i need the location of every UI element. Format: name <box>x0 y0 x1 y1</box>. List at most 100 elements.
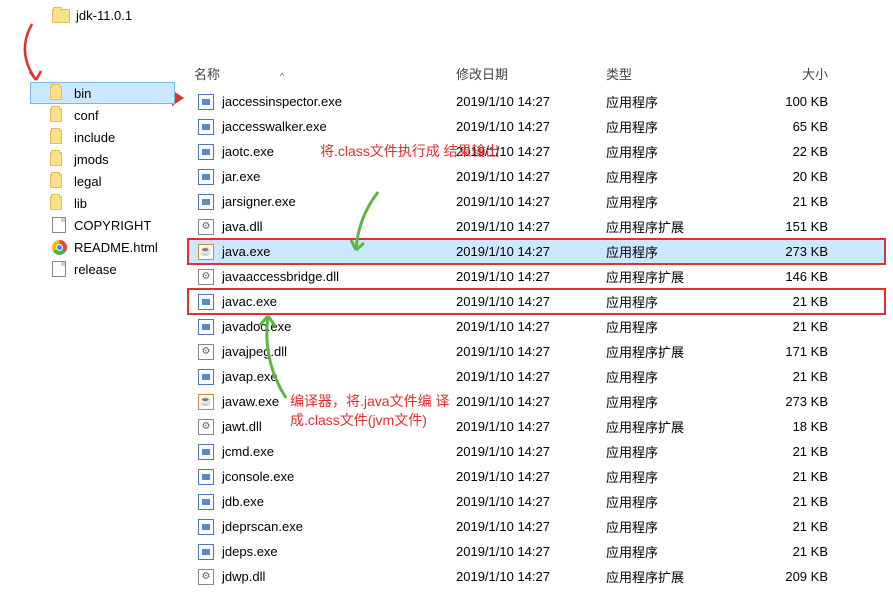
col-size-label[interactable]: 大小 <box>746 64 846 83</box>
file-date: 2019/1/10 14:27 <box>456 219 606 234</box>
sidebar-item-jmods[interactable]: jmods <box>30 148 175 170</box>
file-type: 应用程序 <box>606 317 746 336</box>
file-size: 21 KB <box>746 469 846 484</box>
file-size: 65 KB <box>746 119 846 134</box>
file-row[interactable]: javac.exe2019/1/10 14:27应用程序21 KB <box>188 289 885 314</box>
exe-icon <box>198 94 214 110</box>
file-row[interactable]: javap.exe 2019/1/10 14:27应用程序21 KB <box>188 364 885 389</box>
exe-icon <box>198 544 214 560</box>
file-name: jconsole.exe <box>222 469 294 484</box>
file-row[interactable]: java.exe2019/1/10 14:27应用程序273 KB <box>188 239 885 264</box>
file-size: 18 KB <box>746 419 846 434</box>
sidebar-item-conf[interactable]: conf <box>30 104 175 126</box>
sidebar-item-label: README.html <box>74 240 158 255</box>
file-date: 2019/1/10 14:27 <box>456 94 606 109</box>
sidebar-item-bin[interactable]: bin <box>30 82 175 104</box>
file-type: 应用程序扩展 <box>606 342 746 361</box>
exe-icon <box>198 444 214 460</box>
file-size: 21 KB <box>746 294 846 309</box>
file-name: javap.exe <box>222 369 278 384</box>
app-icon <box>198 244 214 260</box>
file-date: 2019/1/10 14:27 <box>456 369 606 384</box>
sidebar-item-label: lib <box>74 196 87 211</box>
file-row[interactable]: jdb.exe2019/1/10 14:27应用程序21 KB <box>188 489 885 514</box>
file-name: jar.exe <box>222 169 260 184</box>
sidebar-item-label: legal <box>74 174 101 189</box>
file-type: 应用程序 <box>606 242 746 261</box>
file-icon <box>52 217 66 233</box>
file-type: 应用程序扩展 <box>606 567 746 586</box>
file-row[interactable]: jaccessinspector.exe 2019/1/10 14:27应用程序1… <box>188 89 885 114</box>
file-name: jdeps.exe <box>222 544 278 559</box>
file-name: javajpeg.dll <box>222 344 287 359</box>
sidebar-item-lib[interactable]: lib <box>30 192 175 214</box>
file-type: 应用程序 <box>606 92 746 111</box>
sidebar-item-label: conf <box>74 108 99 123</box>
file-type: 应用程序 <box>606 492 746 511</box>
file-row[interactable]: jarsigner.exe2019/1/10 14:27应用程序21 KB <box>188 189 885 214</box>
file-type: 应用程序 <box>606 142 746 161</box>
file-row[interactable]: jcmd.exe 2019/1/10 14:27应用程序21 KB <box>188 439 885 464</box>
col-date-label[interactable]: 修改日期 <box>456 64 606 83</box>
file-size: 100 KB <box>746 94 846 109</box>
file-date: 2019/1/10 14:27 <box>456 544 606 559</box>
file-icon <box>52 261 66 277</box>
sidebar-item-release[interactable]: release <box>30 258 175 280</box>
file-list-panel: 名称^ 修改日期 类型 大小 jaccessinspector.exe 2019/… <box>188 60 885 589</box>
column-headers[interactable]: 名称^ 修改日期 类型 大小 <box>188 60 885 89</box>
file-size: 20 KB <box>746 169 846 184</box>
root-folder[interactable]: jdk-11.0.1 <box>52 8 132 23</box>
file-name: javac.exe <box>222 294 277 309</box>
file-name: javaaccessbridge.dll <box>222 269 339 284</box>
file-row[interactable]: jdwp.dll2019/1/10 14:27应用程序扩展209 KB <box>188 564 885 589</box>
sidebar-item-README.html[interactable]: README.html <box>30 236 175 258</box>
file-size: 21 KB <box>746 494 846 509</box>
file-type: 应用程序 <box>606 367 746 386</box>
file-row[interactable]: javajpeg.dll2019/1/10 14:27应用程序扩展171 KB <box>188 339 885 364</box>
annotation-javac-exe: 编译器，将.java文件编 译成.class文件(jvm文件) <box>290 392 480 430</box>
file-row[interactable]: jdeprscan.exe2019/1/10 14:27应用程序21 KB <box>188 514 885 539</box>
file-size: 21 KB <box>746 444 846 459</box>
file-date: 2019/1/10 14:27 <box>456 194 606 209</box>
file-size: 171 KB <box>746 344 846 359</box>
file-row[interactable]: jconsole.exe2019/1/10 14:27应用程序21 KB <box>188 464 885 489</box>
dll-icon <box>198 344 214 360</box>
sidebar-item-legal[interactable]: legal <box>30 170 175 192</box>
file-size: 21 KB <box>746 519 846 534</box>
file-date: 2019/1/10 14:27 <box>456 294 606 309</box>
sidebar-item-include[interactable]: include <box>30 126 175 148</box>
exe-icon <box>198 469 214 485</box>
file-row[interactable]: javaaccessbridge.dll 2019/1/10 14:27应用程序扩… <box>188 264 885 289</box>
file-type: 应用程序 <box>606 192 746 211</box>
sidebar-item-COPYRIGHT[interactable]: COPYRIGHT <box>30 214 175 236</box>
file-type: 应用程序 <box>606 542 746 561</box>
file-size: 21 KB <box>746 369 846 384</box>
folder-icon <box>50 174 62 188</box>
exe-icon <box>198 494 214 510</box>
exe-icon <box>198 519 214 535</box>
file-date: 2019/1/10 14:27 <box>456 444 606 459</box>
file-type: 应用程序扩展 <box>606 417 746 436</box>
col-name-label[interactable]: 名称 <box>194 67 220 82</box>
file-type: 应用程序 <box>606 442 746 461</box>
file-name: javadoc.exe <box>222 319 291 334</box>
file-date: 2019/1/10 14:27 <box>456 269 606 284</box>
file-row[interactable]: jaotc.exe2019/1/10 14:27应用程序22 KB <box>188 139 885 164</box>
file-name: jdwp.dll <box>222 569 265 584</box>
file-row[interactable]: jar.exe2019/1/10 14:27应用程序20 KB <box>188 164 885 189</box>
file-type: 应用程序 <box>606 392 746 411</box>
file-row[interactable]: javadoc.exe2019/1/10 14:27应用程序21 KB <box>188 314 885 339</box>
file-row[interactable]: jaccesswalker.exe2019/1/10 14:27应用程序65 K… <box>188 114 885 139</box>
file-name: jcmd.exe <box>222 444 274 459</box>
col-type-label[interactable]: 类型 <box>606 64 746 83</box>
file-size: 21 KB <box>746 544 846 559</box>
file-name: jaccessinspector.exe <box>222 94 342 109</box>
file-size: 146 KB <box>746 269 846 284</box>
file-type: 应用程序扩展 <box>606 267 746 286</box>
file-size: 21 KB <box>746 194 846 209</box>
app-icon <box>198 394 214 410</box>
file-date: 2019/1/10 14:27 <box>456 569 606 584</box>
file-row[interactable]: jdeps.exe 2019/1/10 14:27应用程序21 KB <box>188 539 885 564</box>
file-row[interactable]: java.dll2019/1/10 14:27应用程序扩展151 KB <box>188 214 885 239</box>
folder-icon <box>50 130 62 144</box>
